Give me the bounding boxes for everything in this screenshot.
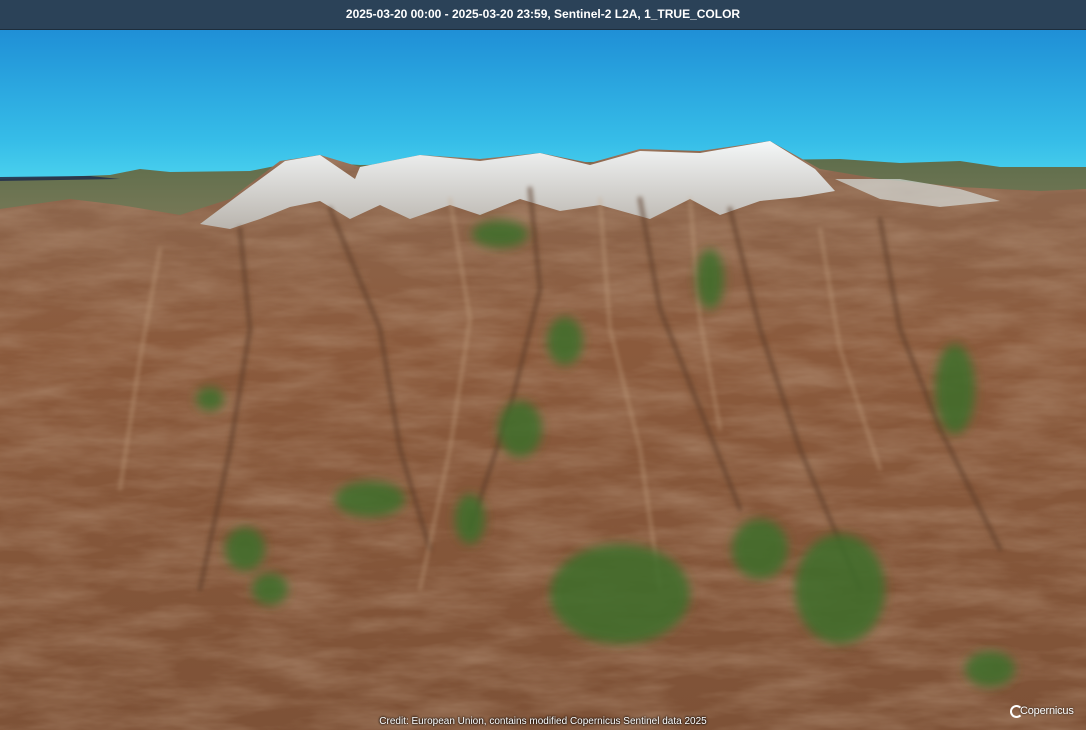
logo-wordmark: Copernicus <box>1020 705 1074 717</box>
terrain-scene[interactable] <box>0 29 1086 730</box>
3d-terrain-viewer[interactable]: 2025-03-20 00:00 - 2025-03-20 23:59, Sen… <box>0 0 1086 730</box>
scene-title-bar: 2025-03-20 00:00 - 2025-03-20 23:59, Sen… <box>0 0 1086 30</box>
scene-title: 2025-03-20 00:00 - 2025-03-20 23:59, Sen… <box>345 7 741 21</box>
copernicus-logo-icon: Copernicus <box>1010 704 1074 726</box>
